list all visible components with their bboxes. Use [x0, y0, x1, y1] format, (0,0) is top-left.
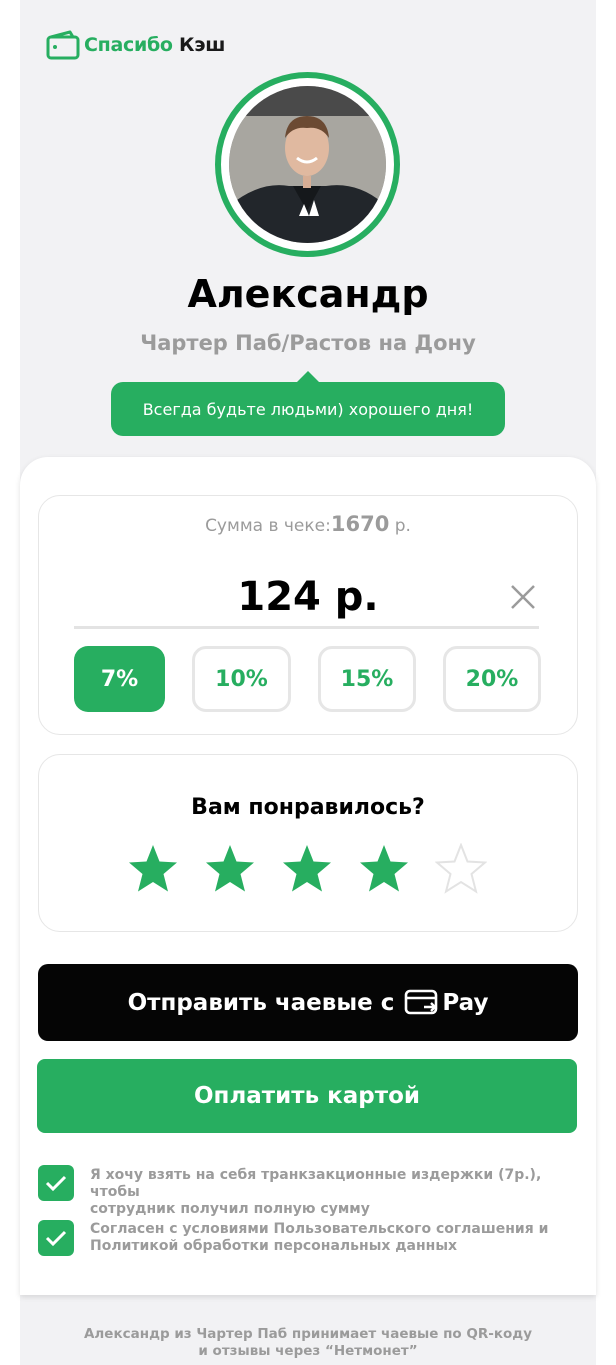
- terms-checkbox-label: Согласен с условиями Пользовательского с…: [90, 1221, 560, 1255]
- message-bubble: Всегда будьте людьми) хорошего дня!: [111, 382, 505, 436]
- fee-checkbox-line1: Я хочу взять на себя транкзакционные изд…: [90, 1167, 542, 1200]
- avatar-photo: [229, 86, 386, 243]
- pay-logo: Pay: [404, 989, 488, 1017]
- pay-button-label: Отправить чаевые с: [127, 989, 395, 1016]
- pay-brand-label: Pay: [442, 989, 489, 1016]
- avatar: [229, 86, 386, 243]
- fee-checkbox-line2: сотрудник получил полную сумму: [90, 1201, 370, 1217]
- wallet-icon: [46, 30, 80, 60]
- tip-input-underline: [74, 626, 539, 629]
- star-icon-1[interactable]: [127, 843, 179, 895]
- brand-logo: Спасибо Кэш: [46, 30, 225, 60]
- send-tip-pay-button[interactable]: Отправить чаевые с Pay: [38, 964, 578, 1041]
- bill-sum-value: 1670: [330, 512, 390, 536]
- brand-name-part2: Кэш: [179, 34, 226, 56]
- star-icon-4[interactable]: [358, 843, 410, 895]
- footer-note: Александр из Чартер Паб принимает чаевые…: [0, 1326, 616, 1360]
- pay-by-card-button[interactable]: Оплатить картой: [37, 1059, 577, 1133]
- bill-sum-label: Сумма в чеке:: [205, 516, 331, 536]
- tip-percent-20-button[interactable]: 20%: [443, 646, 541, 712]
- check-icon: [45, 1175, 67, 1192]
- person-name: Александр: [187, 272, 429, 316]
- terms-checkbox-line2: Политикой обработки персональных данных: [90, 1238, 458, 1254]
- check-icon: [45, 1230, 67, 1247]
- star-icon-2[interactable]: [204, 843, 256, 895]
- brand-name-part1: Спасибо: [84, 34, 173, 56]
- footer-line2: и отзывы через “Нетмонет”: [198, 1343, 418, 1359]
- terms-checkbox-line1: Согласен с условиями Пользовательского с…: [90, 1221, 549, 1237]
- close-icon[interactable]: [508, 582, 538, 612]
- tip-percent-7-button[interactable]: 7%: [74, 646, 165, 712]
- star-icon-5[interactable]: [435, 843, 487, 895]
- terms-checkbox[interactable]: [38, 1220, 74, 1256]
- rating-question: Вам понравилось?: [191, 795, 425, 820]
- tip-percent-15-button[interactable]: 15%: [318, 646, 416, 712]
- bill-sum: Сумма в чеке:1670 р.: [0, 512, 616, 536]
- tip-percent-10-button[interactable]: 10%: [192, 646, 291, 712]
- bill-sum-currency: р.: [394, 516, 411, 536]
- footer-line1: Александр из Чартер Паб принимает чаевые…: [83, 1326, 533, 1342]
- card-pay-icon: [405, 989, 438, 1014]
- brand-name: Спасибо Кэш: [84, 34, 225, 56]
- workplace-label: Чартер Паб/Растов на Дону: [140, 331, 476, 355]
- star-icon-3[interactable]: [281, 843, 333, 895]
- fee-checkbox[interactable]: [38, 1165, 74, 1201]
- avatar-ring: [215, 72, 400, 257]
- fee-checkbox-label: Я хочу взять на себя транкзакционные изд…: [90, 1167, 560, 1218]
